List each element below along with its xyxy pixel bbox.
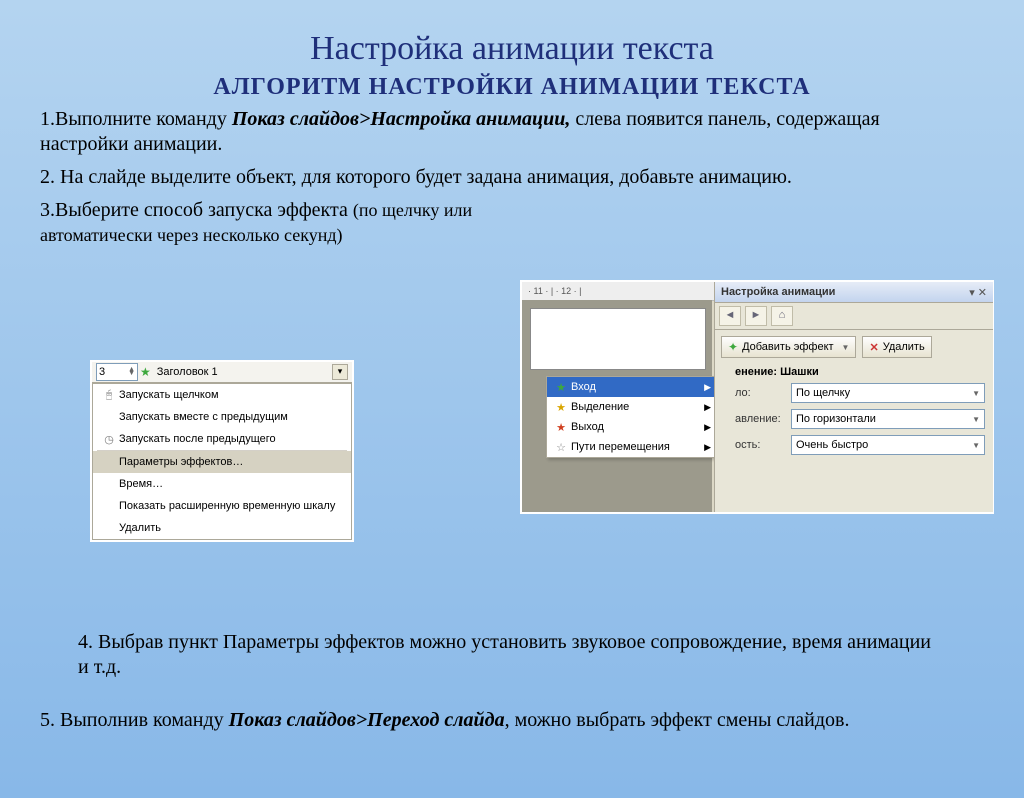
delete-x-icon: ✕ [869,341,878,354]
submenu-item-entrance[interactable]: ★Вход ▶ [547,377,715,397]
animation-task-pane: Настройка анимации ▾ ✕ ◄ ► ⌂ ✦ Добавить … [714,282,993,512]
form-label: ость: [735,439,785,451]
right-panel-screenshot: · 11 · | · 12 · | ★Вход▶ ★Выделение▶ ★Вы… [520,280,994,514]
menu-item-effect-options[interactable]: Параметры эффектов… [93,451,351,473]
effect-star-icon: ★ [140,365,151,379]
left-menu-header: 3 ▲▼ ★ Заголовок 1 ▾ [92,362,352,383]
menu-item-start-after-previous[interactable]: ◷Запускать после предыдущего [93,428,351,450]
chevron-right-icon: ▶ [696,382,711,393]
submenu-item-emphasis[interactable]: ★Выделение ▶ [547,397,715,417]
nav-forward-button[interactable]: ► [745,306,767,326]
task-pane-title: Настройка анимации [721,286,835,298]
menu-item-label: Удалить [119,522,161,534]
step-3: 3.Выберите способ запуска эффекта (по ще… [0,198,560,248]
menu-item-advanced-timeline[interactable]: Показать расширенную временную шкалу [93,495,351,517]
submenu-item-motion-paths[interactable]: ☆Пути перемещения ▶ [547,437,715,457]
context-menu: 🖰Запускать щелчком Запускать вместе с пр… [92,383,352,540]
submenu-item-exit[interactable]: ★Выход ▶ [547,417,715,437]
menu-item-timing[interactable]: Время… [93,473,351,495]
direction-dropdown[interactable]: По горизонтали ▼ [791,409,985,429]
chevron-right-icon: ▶ [696,402,711,413]
slide-edit-area: ★Вход▶ ★Выделение▶ ★Выход▶ ☆Пути перемещ… [522,300,712,512]
slide-title: Настройка анимации текста [0,30,1024,68]
submenu-label: Выход [571,421,604,433]
ruler-bar: · 11 · | · 12 · | [522,282,718,301]
step5-bold: Показ слайдов>Переход слайда [229,709,505,731]
slide-canvas[interactable] [530,308,706,370]
nav-back-button[interactable]: ◄ [719,306,741,326]
submenu-label: Вход [571,381,596,393]
chevron-right-icon: ▶ [696,422,711,433]
field-value: По щелчку [796,387,850,399]
form-label: ло: [735,387,785,399]
menu-item-label: Время… [119,478,163,490]
chevron-down-icon: ▼ [972,441,980,450]
field-value: Очень быстро [796,439,868,451]
menu-item-label: Запускать вместе с предыдущим [119,411,288,423]
spin-buttons[interactable]: ▲▼ [128,368,135,376]
task-pane-nav: ◄ ► ⌂ [715,303,993,330]
step-5: 5. Выполнив команду Показ слайдов>Перехо… [0,708,889,733]
step1-pre: 1.Выполните команду [40,108,232,130]
add-effect-submenu: ★Вход▶ ★Выделение▶ ★Выход▶ ☆Пути перемещ… [546,376,716,458]
add-effect-star-icon: ✦ [728,340,738,354]
start-dropdown[interactable]: По щелчку ▼ [791,383,985,403]
star-icon: ☆ [551,441,571,454]
chevron-down-icon: ▼ [842,343,850,352]
step-2: 2. На слайде выделите объект, для которо… [0,165,1024,190]
menu-item-label: Запускать после предыдущего [119,433,276,445]
step-1: 1.Выполните команду Показ слайдов>Настро… [0,107,1024,157]
menu-item-label: Показать расширенную временную шкалу [119,500,335,512]
delete-effect-button[interactable]: ✕ Удалить [862,336,931,358]
step5-pre: 5. Выполнив команду [40,709,229,731]
slide-subtitle: АЛГОРИТМ НАСТРОЙКИ АНИМАЦИИ ТЕКСТА [0,74,1024,101]
task-pane-title-bar: Настройка анимации ▾ ✕ [715,282,993,303]
order-number-value: 3 [99,366,105,378]
close-dropdown-icon[interactable]: ▾ ✕ [969,286,987,299]
step1-bold: Показ слайдов>Настройка анимации, [232,108,571,130]
menu-item-label: Параметры эффектов… [119,456,243,468]
chevron-right-icon: ▶ [696,442,711,453]
submenu-label: Выделение [571,401,629,413]
form-row-start: ло: По щелчку ▼ [715,380,993,406]
effect-section-label: енение: Шашки [715,358,993,380]
speed-dropdown[interactable]: Очень быстро ▼ [791,435,985,455]
field-value: По горизонтали [796,413,876,425]
delete-label: Удалить [883,341,925,353]
menu-item-start-on-click[interactable]: 🖰Запускать щелчком [93,384,351,406]
add-effect-button[interactable]: ✦ Добавить эффект ▼ [721,336,856,358]
menu-item-remove[interactable]: Удалить [93,517,351,539]
star-icon: ★ [551,421,571,434]
menu-item-label: Запускать щелчком [119,389,219,401]
add-effect-label: Добавить эффект [742,341,833,353]
star-icon: ★ [551,381,571,394]
order-number-field[interactable]: 3 ▲▼ [96,363,138,381]
submenu-label: Пути перемещения [571,441,670,453]
step-4: 4. Выбрав пункт Параметры эффектов можно… [0,630,1024,680]
mouse-icon: 🖰 [99,389,119,402]
chevron-down-icon: ▼ [972,389,980,398]
menu-item-start-with-previous[interactable]: Запускать вместе с предыдущим [93,406,351,428]
star-icon: ★ [551,401,571,414]
chevron-down-icon: ▼ [972,415,980,424]
form-label: авление: [735,413,785,425]
form-row-direction: авление: По горизонтали ▼ [715,406,993,432]
step3-pre: 3.Выберите способ запуска эффекта [40,199,353,221]
effect-header-text: Заголовок 1 [153,366,330,378]
form-row-speed: ость: Очень быстро ▼ [715,432,993,458]
step5-post: , можно выбрать эффект смены слайдов. [505,709,850,731]
effect-dropdown-trigger[interactable]: ▾ [332,364,348,380]
left-menu-screenshot: 3 ▲▼ ★ Заголовок 1 ▾ 🖰Запускать щелчком … [90,360,354,542]
nav-home-button[interactable]: ⌂ [771,306,793,326]
clock-icon: ◷ [99,433,119,446]
task-pane-buttons: ✦ Добавить эффект ▼ ✕ Удалить [715,330,993,358]
